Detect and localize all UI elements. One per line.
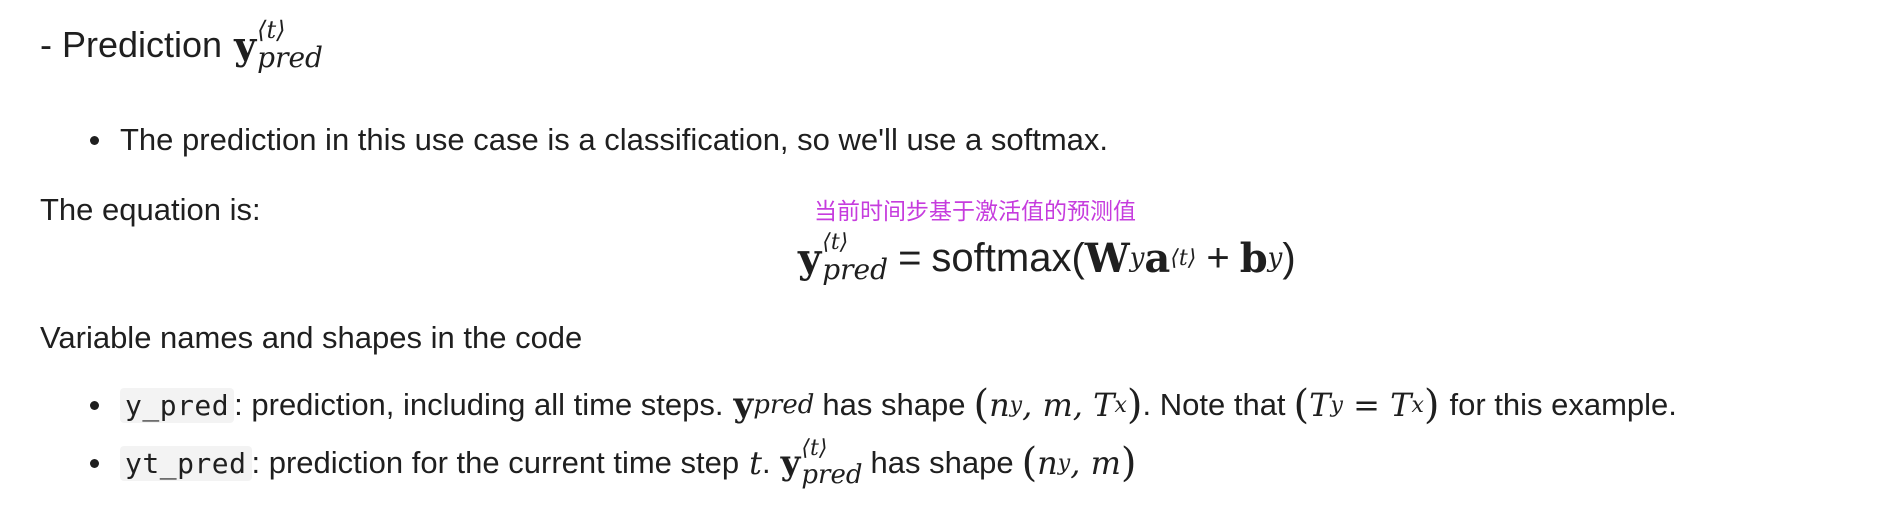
bullet-text: The prediction in this use case is a cla…: [120, 122, 1109, 157]
heading-text: - Prediction: [40, 24, 223, 65]
code-yt-pred: yt_pred: [120, 445, 252, 481]
yt-pred-symbol: y: [780, 443, 801, 483]
heading-y-symbol: y: [234, 22, 257, 68]
y-pred-symbol: y: [733, 385, 754, 425]
y-pred-shape-n-sub: y: [1009, 392, 1023, 418]
bullet-item-y-pred: y_pred : prediction, including all time …: [90, 382, 1677, 428]
heading-script: ⟨t⟩ pred: [257, 18, 323, 72]
eq-function: softmax(: [931, 235, 1085, 280]
eq-lhs-superscript: ⟨t⟩: [822, 230, 849, 255]
eq-equals: =: [898, 235, 922, 280]
yt-pred-subscript: pred: [801, 460, 863, 490]
y-pred-note-prefix: . Note that: [1142, 387, 1286, 422]
variables-heading: Variable names and shapes in the code: [40, 320, 583, 355]
bullet-dot: [90, 458, 99, 468]
eq-lhs-subscript: pred: [822, 253, 889, 286]
y-pred-shape-text: has shape: [822, 387, 966, 422]
heading-subscript: pred: [257, 41, 323, 74]
eq-lhs-symbol: y: [798, 234, 822, 282]
y-pred-note-lhs: T: [1309, 386, 1331, 424]
y-pred-note-open: (: [1293, 382, 1310, 428]
yt-pred-shape-close: ): [1120, 440, 1137, 486]
yt-pred-period: .: [762, 445, 771, 480]
eq-lhs-script: ⟨t⟩ pred: [822, 232, 888, 284]
yt-pred-shape-n: n: [1037, 444, 1058, 482]
yt-pred-superscript: ⟨t⟩: [801, 436, 828, 461]
yt-pred-description: : prediction for the current time step: [251, 445, 740, 480]
yt-pred-script: ⟨t⟩ pred: [801, 436, 863, 490]
yt-pred-shape-rest: , m: [1070, 444, 1121, 482]
code-y-pred: y_pred: [120, 387, 235, 423]
y-pred-description: : prediction, including all time steps.: [234, 387, 724, 422]
y-pred-note-rhs-sub: x: [1411, 392, 1424, 418]
eq-close: ): [1282, 235, 1296, 280]
y-pred-note-close: ): [1423, 382, 1440, 428]
y-pred-note-lhs-sub: y: [1330, 392, 1343, 418]
bullet-item-softmax: The prediction in this use case is a cla…: [90, 122, 1108, 158]
eq-bias: b: [1239, 234, 1268, 282]
y-pred-note-eq: =: [1342, 386, 1391, 424]
eq-plus: +: [1206, 235, 1230, 280]
y-pred-shape-open: (: [973, 382, 990, 428]
yt-pred-t-symbol: t: [749, 444, 762, 482]
eq-activation-sup: ⟨t⟩: [1170, 245, 1197, 271]
bullet-item-yt-pred: yt_pred : prediction for the current tim…: [90, 438, 1137, 488]
y-pred-shape-rest-sub: x: [1114, 392, 1127, 418]
yt-pred-shape-open: (: [1021, 440, 1038, 486]
equation-intro: The equation is:: [40, 192, 261, 227]
heading-superscript: ⟨t⟩: [257, 16, 286, 44]
eq-activation: a: [1144, 234, 1171, 282]
bullet-dot: [90, 135, 99, 145]
bullet-dot: [90, 400, 99, 410]
softmax-equation: y ⟨t⟩ pred = softmax( W y a ⟨t⟩ + b y ): [798, 232, 1296, 284]
y-pred-note-rhs: T: [1390, 386, 1412, 424]
eq-weight: W: [1084, 234, 1130, 282]
annotation-note: 当前时间步基于激活值的预测值: [814, 199, 1136, 225]
section-heading: - Prediction y ⟨t⟩ pred: [40, 18, 323, 72]
yt-pred-shape-text: has shape: [870, 445, 1014, 480]
eq-weight-sub: y: [1129, 243, 1145, 273]
y-pred-note-suffix: for this example.: [1449, 387, 1677, 422]
y-pred-shape-rest: , m, T: [1022, 386, 1115, 424]
y-pred-symbol-sub: pred: [753, 390, 815, 420]
y-pred-shape-n: n: [989, 386, 1010, 424]
y-pred-shape-close: ): [1126, 382, 1143, 428]
eq-bias-sub: y: [1267, 243, 1283, 273]
yt-pred-shape-n-sub: y: [1057, 450, 1071, 476]
